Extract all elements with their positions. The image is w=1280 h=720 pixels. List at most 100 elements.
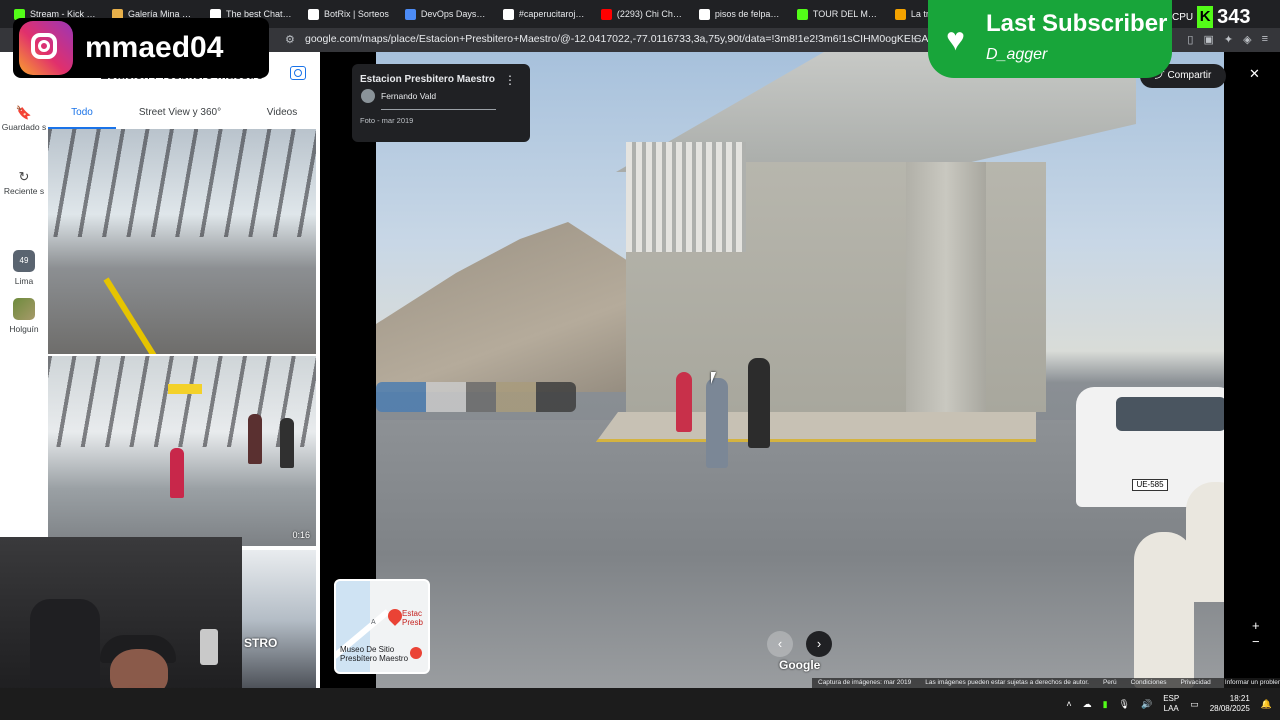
diamond-icon <box>308 8 319 20</box>
tiktok-icon <box>502 8 514 20</box>
rail-item-saved[interactable]: 🔖 Guardado s <box>0 106 48 132</box>
info-card-title: Estacion Presbitero Maestro <box>360 74 496 85</box>
next-photo-button[interactable]: › <box>806 631 832 657</box>
rail-item-label: Holguín <box>9 324 39 334</box>
browser-tab-label: BotRix | Sorteos <box>324 9 389 19</box>
sidebar-icon[interactable]: ▯ <box>1187 33 1193 46</box>
mouse-cursor-icon <box>711 372 716 384</box>
browser-tab-label: DevOps Days Lim <box>420 9 487 19</box>
last-subscriber-title: Last Subscriber <box>986 10 1168 37</box>
lang-bottom: LAA <box>1163 704 1179 713</box>
lima-thumbnail: 49 <box>13 250 35 272</box>
minimap[interactable]: A Estac Presb Museo De Sitio Presbítero … <box>334 579 430 674</box>
info-card-author[interactable]: Fernando Vald <box>381 91 436 101</box>
station-roof <box>48 356 316 448</box>
tab-videos[interactable]: Videos <box>244 99 320 129</box>
onedrive-icon[interactable]: ☁ <box>1083 699 1092 710</box>
microphone-icon[interactable]: 🎙 <box>1119 699 1130 710</box>
browser-tab[interactable]: #caperucitarojaye <box>495 0 593 28</box>
clock-date: 28/08/2025 <box>1209 704 1250 713</box>
map-museum-label: Museo De Sitio Presbítero Maestro <box>340 645 409 663</box>
bookmark-icon <box>894 8 906 20</box>
last-subscriber-name: D_agger <box>986 46 1048 63</box>
holguin-thumbnail <box>13 298 35 320</box>
history-icon: ↻ <box>18 169 30 184</box>
previous-photo-button[interactable]: ‹ <box>767 631 793 657</box>
pedestrian <box>748 358 770 448</box>
street-view-image[interactable]: UE-585 <box>376 52 1224 688</box>
person <box>280 418 294 468</box>
car-window <box>1116 397 1224 431</box>
left-rail: 🔖 Guardado s ↻ Reciente s 49 Lima Holguí… <box>0 52 48 537</box>
browser-toolbar-icons: ▯ ▣ ✦ ◈ ≡ <box>1187 33 1268 46</box>
browser-tab[interactable]: TOUR DEL MIEDC <box>789 0 887 28</box>
close-icon[interactable]: ✕ <box>1249 66 1260 82</box>
cpu-value: 343 <box>1217 5 1251 28</box>
youtube-icon <box>600 8 612 20</box>
kick-icon <box>796 8 808 20</box>
cup <box>200 629 218 665</box>
instagram-handle: mmaed04 <box>85 31 224 64</box>
site-settings-icon[interactable]: ⚙ <box>285 34 297 46</box>
tab-street-view[interactable]: Street View y 360° <box>116 99 244 129</box>
video-thumbnail[interactable]: 0:16 <box>48 356 316 546</box>
url-text[interactable]: google.com/maps/place/Estacion+Presbiter… <box>305 33 982 45</box>
volume-icon[interactable]: 🔊 <box>1141 699 1152 710</box>
map-place-label: Estac Presb <box>402 609 423 627</box>
language-indicator[interactable]: ESP LAA <box>1163 694 1179 714</box>
thumbnail-sign-text: STRO <box>244 636 278 650</box>
wallet-icon[interactable]: ▣ <box>1203 33 1213 46</box>
tab-todo[interactable]: Todo <box>48 99 116 129</box>
ai-sparkle-icon[interactable]: ✦ <box>1224 33 1233 46</box>
license-plate: UE-585 <box>1132 479 1168 491</box>
lang-top: ESP <box>1163 694 1180 703</box>
pedestrian <box>676 372 692 432</box>
info-card-date: Foto - mar 2019 <box>360 116 414 125</box>
taskbar: ˄ ☁ ▮ 🎙 🔊 ESP LAA ▭ 18:21 28/08/2025 🔔 <box>0 688 1280 720</box>
person <box>170 448 184 498</box>
zoom-out-button[interactable]: − <box>1252 634 1260 649</box>
zoom-in-button[interactable]: + <box>1252 618 1260 633</box>
display-icon[interactable]: ▭ <box>1190 699 1199 710</box>
sidewalk <box>596 412 1036 442</box>
browser-tab-label: pisos de felpa - N <box>714 9 781 19</box>
museum-poi-icon <box>410 647 422 659</box>
station-roof <box>626 142 746 252</box>
instagram-icon <box>19 21 73 75</box>
clock-time: 18:21 <box>1229 694 1250 703</box>
rail-item-recent[interactable]: ↻ Reciente s <box>0 169 48 196</box>
rail-item-label: Reciente s <box>3 186 45 196</box>
google-watermark: Google <box>779 658 821 672</box>
cpu-overlay: CPU K 343 <box>1172 4 1276 30</box>
panel-tabs: Todo Street View y 360° Videos <box>48 99 320 129</box>
chevron-up-icon[interactable]: ˄ <box>1066 699 1071 709</box>
add-photo-icon[interactable] <box>290 66 306 80</box>
divider <box>381 109 496 110</box>
browser-tab[interactable]: pisos de felpa - N <box>691 0 789 28</box>
photo-thumbnail[interactable] <box>48 129 316 354</box>
avatar[interactable] <box>361 89 375 103</box>
app-tray-icon[interactable]: ▮ <box>1103 699 1108 710</box>
browser-tab[interactable]: BotRix | Sorteos <box>300 0 397 28</box>
photo-thumbnail[interactable]: STRO <box>242 550 316 688</box>
browser-tab[interactable]: (2293) Chi Chi Ch <box>593 0 691 28</box>
share-label: Compartir <box>1167 70 1212 81</box>
cast-icon[interactable]: ▭ <box>911 33 921 46</box>
clock[interactable]: 18:21 28/08/2025 <box>1210 694 1250 714</box>
last-subscriber-overlay: ♥ Last Subscriber D_agger <box>928 0 1172 78</box>
heart-icon: ♥ <box>946 21 965 57</box>
system-tray: ˄ ☁ ▮ 🎙 🔊 ESP LAA ▭ 18:21 28/08/2025 🔔 <box>1066 688 1272 720</box>
street-view-viewer[interactable]: UE-585 <box>320 52 1280 688</box>
more-options-icon[interactable]: ⋮ <box>504 73 516 87</box>
browser-tab[interactable]: DevOps Days Lim <box>397 0 495 28</box>
bollard <box>1134 532 1194 688</box>
photo-info-card: Estacion Presbitero Maestro ⋮ Fernando V… <box>352 64 530 142</box>
cpu-label: CPU <box>1172 11 1194 23</box>
shield-icon[interactable]: ◈ <box>1243 33 1251 46</box>
station-sign <box>168 384 202 394</box>
screen: Stream - Kick DasGalería Mina De CThe be… <box>0 0 1280 720</box>
rail-item-holguin[interactable]: Holguín <box>0 298 48 334</box>
menu-icon[interactable]: ≡ <box>1262 33 1268 46</box>
notification-icon[interactable]: 🔔 <box>1261 699 1272 710</box>
rail-item-lima[interactable]: 49 Lima <box>0 250 48 286</box>
